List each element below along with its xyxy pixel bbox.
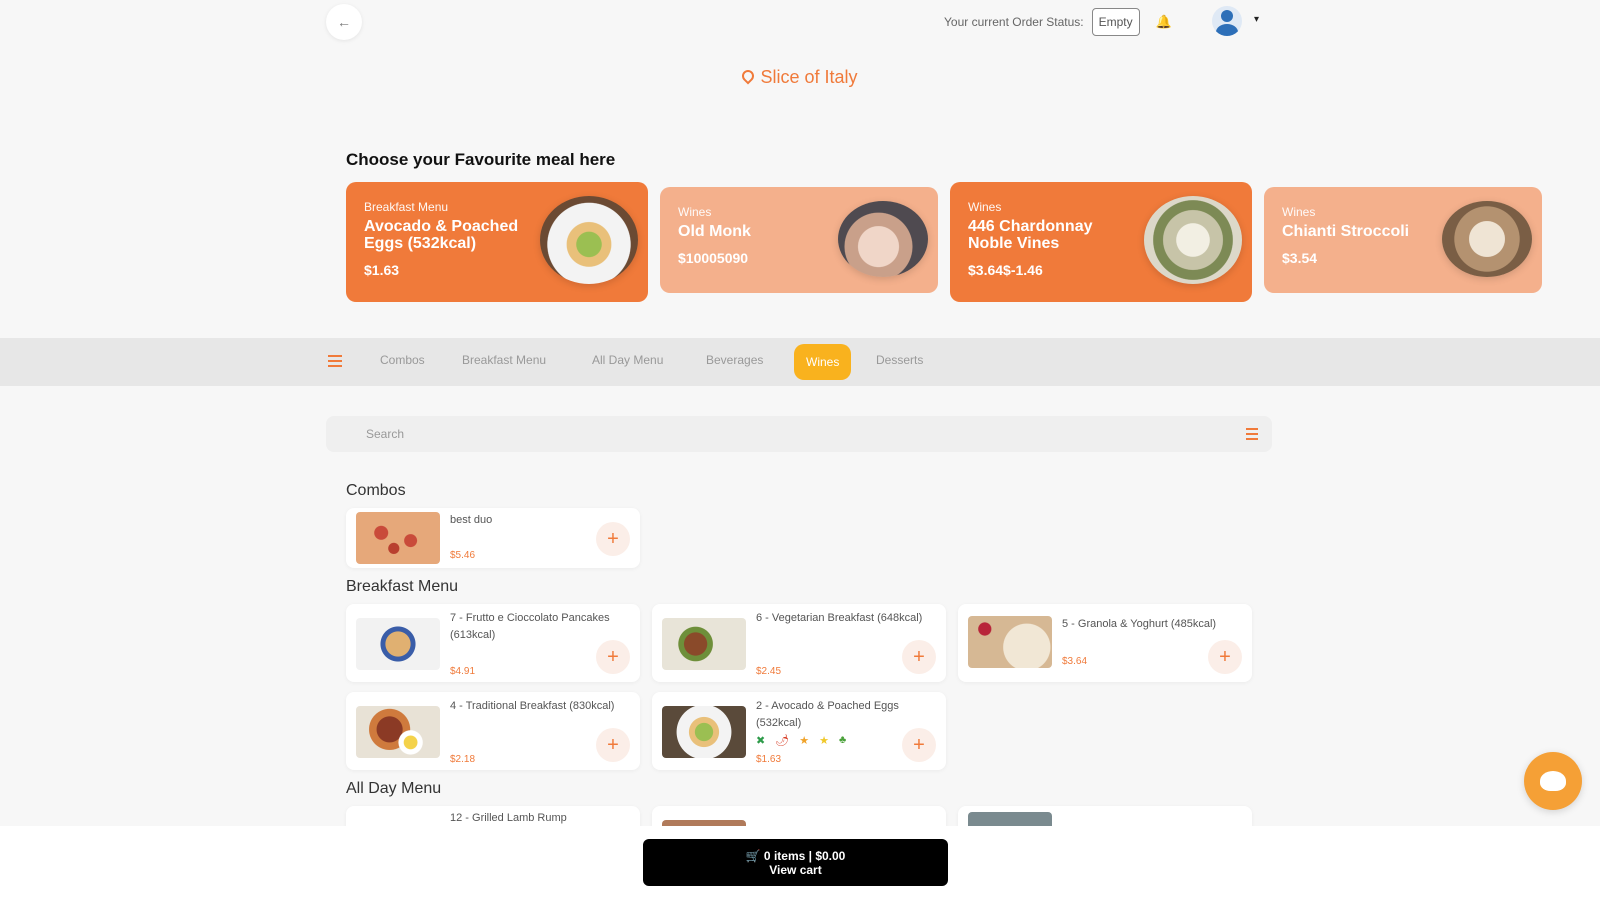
location-pin-icon: [739, 67, 757, 85]
item-name: 12 - Grilled Lamb Rump: [450, 812, 567, 824]
featured-name: 446 Chardonnay Noble Vines: [968, 218, 1093, 252]
dietary-tags: ✖ 🌶 ★ ★ ♣: [756, 734, 846, 747]
add-button[interactable]: +: [902, 640, 936, 674]
filter-icon[interactable]: [1246, 428, 1258, 440]
tab-desserts[interactable]: Desserts: [876, 353, 923, 367]
item-price: $1.63: [756, 754, 782, 765]
item-price: $2.45: [756, 666, 782, 677]
item-price: $3.64: [1062, 656, 1088, 667]
featured-name: Avocado & Poached Eggs (532kcal): [364, 218, 519, 252]
featured-name: Chianti Stroccoli: [1282, 223, 1410, 240]
avatar[interactable]: [1212, 6, 1242, 36]
dish-image: [838, 201, 928, 277]
category-nav: Combos Breakfast Menu All Day Menu Bever…: [0, 338, 1600, 386]
view-cart-label: View cart: [769, 862, 822, 877]
restaurant-label: Slice of Italy: [760, 67, 858, 87]
add-button[interactable]: +: [596, 640, 630, 674]
item-name: 5 - Granola & Yoghurt (485kcal): [1062, 618, 1217, 630]
item-image: [662, 706, 746, 758]
item-image: [356, 618, 440, 670]
menu-item[interactable]: 6 - Vegetarian Breakfast (648kcal) $2.45…: [652, 604, 946, 682]
tab-breakfast-menu[interactable]: Breakfast Menu: [462, 353, 546, 367]
order-status: Your current Order Status: Empty 🔔: [944, 8, 1172, 36]
add-button[interactable]: +: [596, 522, 630, 556]
add-button[interactable]: +: [902, 728, 936, 762]
back-button[interactable]: ←: [326, 4, 362, 40]
view-cart-button[interactable]: 🛒 0 items | $0.00 View cart: [643, 839, 948, 886]
item-name: 6 - Vegetarian Breakfast (648kcal): [756, 612, 923, 624]
star-icon: ★: [819, 735, 829, 747]
featured-heading: Choose your Favourite meal here: [346, 150, 616, 169]
spicy-icon: 🌶: [775, 735, 790, 747]
item-price: $2.18: [450, 754, 476, 765]
restaurant-name: Slice of Italy: [0, 67, 1600, 88]
add-button[interactable]: +: [1208, 640, 1242, 674]
menu-item[interactable]: 7 - Frutto e Cioccolato Pancakes (613kca…: [346, 604, 640, 682]
dish-image: [1144, 196, 1242, 284]
chat-bubble-icon: [1540, 771, 1566, 791]
featured-card[interactable]: Breakfast Menu Avocado & Poached Eggs (5…: [346, 182, 648, 302]
search-bar: [326, 416, 1272, 452]
chat-button[interactable]: [1524, 752, 1582, 810]
add-button[interactable]: +: [596, 728, 630, 762]
order-status-label: Your current Order Status:: [944, 15, 1084, 29]
tab-combos[interactable]: Combos: [380, 353, 425, 367]
item-name: 2 - Avocado & Poached Eggs (532kcal): [756, 700, 899, 729]
cart-summary: 🛒 0 items | $0.00: [745, 848, 846, 863]
item-image: [662, 618, 746, 670]
chevron-down-icon[interactable]: ▾: [1254, 14, 1259, 25]
menu-item[interactable]: 4 - Traditional Breakfast (830kcal) $2.1…: [346, 692, 640, 770]
leaf-icon: ♣: [838, 734, 847, 746]
search-input[interactable]: [326, 416, 1126, 452]
bell-icon[interactable]: 🔔: [1156, 14, 1172, 30]
item-name: 7 - Frutto e Cioccolato Pancakes (613kca…: [450, 612, 610, 641]
dish-image: [540, 196, 638, 284]
item-image: [356, 512, 440, 564]
featured-name: Old Monk: [678, 223, 751, 240]
featured-card[interactable]: Wines Chianti Stroccoli $3.54: [1264, 187, 1542, 293]
menu-item[interactable]: 5 - Granola & Yoghurt (485kcal) $3.64 +: [958, 604, 1252, 682]
item-name: 4 - Traditional Breakfast (830kcal): [450, 700, 615, 712]
menu-item[interactable]: best duo $5.46 +: [346, 508, 640, 568]
group-title-all-day: All Day Menu: [346, 780, 442, 797]
item-image: [356, 706, 440, 758]
dish-image: [1442, 201, 1532, 277]
menu-item[interactable]: 2 - Avocado & Poached Eggs (532kcal) ✖ 🌶…: [652, 692, 946, 770]
filter-icon[interactable]: [328, 355, 342, 367]
tab-all-day-menu[interactable]: All Day Menu: [592, 353, 663, 367]
group-title-combos: Combos: [346, 482, 406, 499]
item-price: $5.46: [450, 550, 476, 561]
featured-card[interactable]: Wines Old Monk $10005090: [660, 187, 938, 293]
tab-beverages[interactable]: Beverages: [706, 353, 763, 367]
arrow-left-icon: ←: [337, 14, 351, 30]
item-price: $4.91: [450, 666, 476, 677]
group-title-breakfast: Breakfast Menu: [346, 578, 459, 595]
cart-footer: 🛒 0 items | $0.00 View cart: [0, 826, 1600, 900]
vegan-icon: ✖: [756, 735, 766, 747]
tab-wines[interactable]: Wines: [794, 344, 852, 380]
star-icon: ★: [799, 735, 810, 747]
status-badge[interactable]: Empty: [1091, 8, 1140, 36]
item-image: [968, 616, 1052, 668]
featured-card[interactable]: Wines 446 Chardonnay Noble Vines $3.64$-…: [950, 182, 1252, 302]
